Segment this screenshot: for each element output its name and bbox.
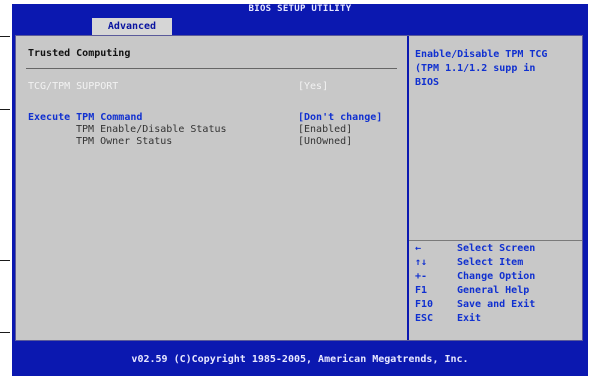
- setting-value: [Enabled]: [298, 124, 353, 135]
- tab-advanced[interactable]: Advanced: [92, 18, 172, 35]
- key-legend-item: ← Select Screen: [415, 242, 575, 256]
- f10-key: F10: [415, 299, 434, 310]
- key-legend-item: ↑↓ Select Item: [415, 256, 575, 270]
- setting-label: TPM Enable/Disable Status: [76, 124, 227, 135]
- bios-body: Trusted Computing TCG/TPM SUPPORT [Yes] …: [15, 35, 583, 341]
- esc-key: ESC: [415, 313, 434, 324]
- key-description: Change Option: [457, 271, 536, 282]
- page-edge-mark: [0, 109, 10, 110]
- setting-tpm-owner-status: TPM Owner Status [UnOwned]: [16, 136, 407, 148]
- help-pane: Enable/Disable TPM TCG (TPM 1.1/1.2 supp…: [409, 36, 582, 340]
- setting-value[interactable]: [Don't change]: [298, 112, 382, 124]
- key-description: Exit: [457, 313, 482, 324]
- copyright-footer: v02.59 (C)Copyright 1985-2005, American …: [131, 354, 469, 365]
- key-legend: ← Select Screen ↑↓ Select Item +- Change…: [415, 242, 575, 326]
- help-description: Enable/Disable TPM TCG (TPM 1.1/1.2 supp…: [415, 49, 554, 88]
- page-edge-mark: [0, 260, 10, 261]
- f1-key: F1: [415, 285, 428, 296]
- page-edge-mark: [0, 332, 10, 333]
- setting-value: [UnOwned]: [298, 136, 353, 147]
- setting-tpm-enable-status: TPM Enable/Disable Status [Enabled]: [16, 124, 407, 136]
- key-legend-item: F1 General Help: [415, 284, 575, 298]
- section-divider: [26, 68, 397, 69]
- key-description: Select Screen: [457, 243, 536, 254]
- settings-pane: Trusted Computing TCG/TPM SUPPORT [Yes] …: [16, 36, 407, 340]
- setting-label: Execute TPM Command: [28, 112, 143, 123]
- bios-title: BIOS SETUP UTILITY: [248, 4, 352, 14]
- plus-minus-key: +-: [415, 271, 428, 282]
- page-edge-mark: [0, 36, 10, 37]
- section-title: Trusted Computing: [28, 48, 131, 59]
- setting-execute-tpm-command[interactable]: Execute TPM Command [Don't change]: [16, 112, 407, 124]
- up-down-arrow-icon: ↑↓: [415, 257, 428, 268]
- setting-tcg-tpm-support[interactable]: TCG/TPM SUPPORT [Yes]: [16, 81, 407, 93]
- key-description: General Help: [457, 285, 530, 296]
- key-description: Select Item: [457, 257, 524, 268]
- key-description: Save and Exit: [457, 299, 536, 310]
- help-divider: [409, 240, 582, 241]
- setting-value[interactable]: [Yes]: [298, 81, 328, 93]
- setting-label: TPM Owner Status: [76, 136, 173, 147]
- key-legend-item: +- Change Option: [415, 270, 575, 284]
- key-legend-item: ESC Exit: [415, 312, 575, 326]
- left-arrow-icon: ←: [415, 243, 422, 254]
- bios-screen: BIOS SETUP UTILITY Advanced Trusted Comp…: [12, 4, 588, 376]
- setting-label: TCG/TPM SUPPORT: [28, 81, 119, 92]
- key-legend-item: F10 Save and Exit: [415, 298, 575, 312]
